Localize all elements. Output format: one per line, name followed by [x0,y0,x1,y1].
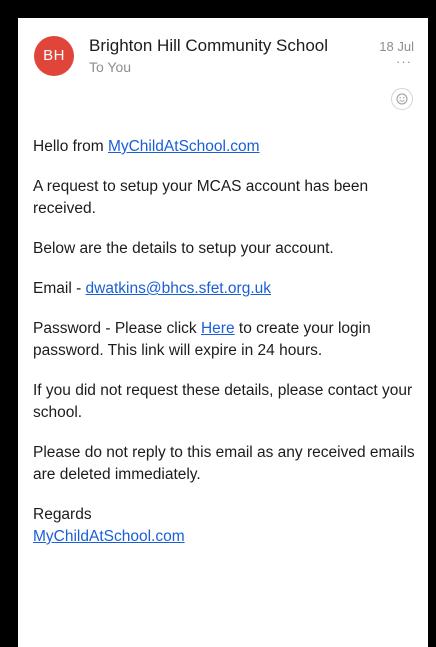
email-address-link[interactable]: dwatkins@bhcs.sfet.org.uk [86,280,271,297]
email-label: Email - [33,280,86,297]
details-paragraph: Below are the details to setup your acco… [33,240,334,257]
password-paragraph: Password - Please click Here to create y… [33,318,418,362]
noreply-paragraph: Please do not reply to this email as any… [33,444,415,483]
greeting-text: Hello from [33,138,108,155]
smiley-reaction-icon[interactable] [391,88,413,110]
email-view: BH Brighton Hill Community School To You… [18,18,428,647]
request-paragraph: A request to setup your MCAS account has… [33,178,369,217]
regards-text: Regards [33,506,92,523]
sender-avatar[interactable]: BH [34,36,74,76]
email-date: 18 Jul [379,39,414,54]
password-text-start: Password - Please click [33,320,201,337]
sender-name[interactable]: Brighton Hill Community School [89,36,328,56]
recipient-label[interactable]: To You [89,59,131,75]
contact-paragraph: If you did not request these details, pl… [33,382,413,421]
more-options-icon[interactable]: ··· [396,54,412,69]
mychildatschool-link[interactable]: MyChildAtSchool.com [108,138,260,155]
email-body: Hello from MyChildAtSchool.com A request… [33,136,418,548]
signature-link[interactable]: MyChildAtSchool.com [33,528,185,545]
email-paragraph: Email - dwatkins@bhcs.sfet.org.uk [33,278,418,300]
password-here-link[interactable]: Here [201,320,235,337]
email-header: BH Brighton Hill Community School To You… [18,18,428,128]
signature-block: Regards MyChildAtSchool.com [33,504,418,548]
greeting-paragraph: Hello from MyChildAtSchool.com [33,136,418,158]
